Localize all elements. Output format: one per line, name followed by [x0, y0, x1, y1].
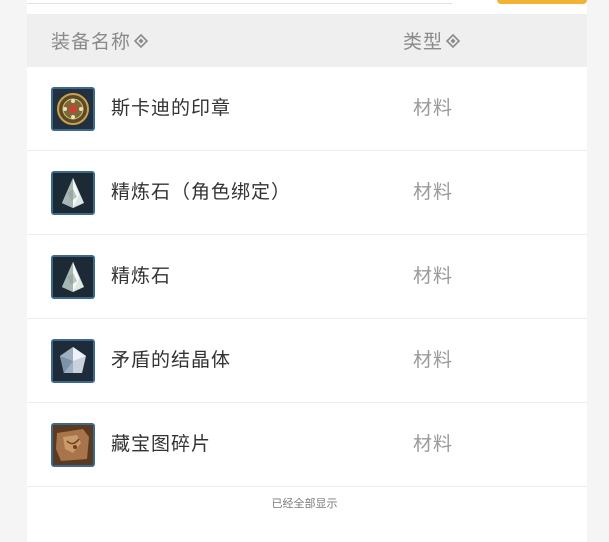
sort-diamond-icon	[446, 33, 461, 48]
refining-stone-icon	[51, 171, 95, 215]
search-button[interactable]	[497, 0, 587, 4]
column-header-name[interactable]: 装备名称	[51, 14, 149, 67]
table-row[interactable]: 斯卡迪的印章 材料	[27, 67, 587, 151]
item-type: 材料	[413, 181, 454, 203]
table-row[interactable]: 精炼石（角色绑定） 材料	[27, 151, 587, 235]
item-type: 材料	[413, 265, 454, 287]
sort-diamond-icon	[134, 33, 149, 48]
equipment-table: 装备名称 类型 斯卡迪的印章 材料 精炼石（角色绑定） 材料 精炼石 材料 矛盾…	[27, 14, 587, 542]
skadi-seal-icon	[51, 87, 95, 131]
table-row[interactable]: 精炼石 材料	[27, 235, 587, 319]
contradiction-crystal-icon	[51, 339, 95, 383]
refining-stone-icon	[51, 255, 95, 299]
item-name: 斯卡迪的印章	[111, 97, 232, 119]
item-name: 藏宝图碎片	[111, 433, 212, 455]
table-header: 装备名称 类型	[27, 14, 587, 67]
item-name: 精炼石（角色绑定）	[111, 181, 292, 203]
column-header-type[interactable]: 类型	[403, 14, 461, 67]
item-type: 材料	[413, 433, 454, 455]
item-name: 精炼石	[111, 265, 172, 287]
table-row[interactable]: 矛盾的结晶体 材料	[27, 319, 587, 403]
column-header-name-label: 装备名称	[51, 31, 132, 53]
table-row[interactable]: 藏宝图碎片 材料	[27, 403, 587, 487]
item-type: 材料	[413, 97, 454, 119]
item-type: 材料	[413, 349, 454, 371]
treasure-map-fragment-icon	[51, 423, 95, 467]
list-end-text: 已经全部显示	[271, 497, 338, 510]
item-name: 矛盾的结晶体	[111, 349, 232, 371]
search-bar-strip	[27, 0, 587, 14]
search-input[interactable]	[27, 0, 452, 4]
column-header-type-label: 类型	[403, 31, 444, 53]
